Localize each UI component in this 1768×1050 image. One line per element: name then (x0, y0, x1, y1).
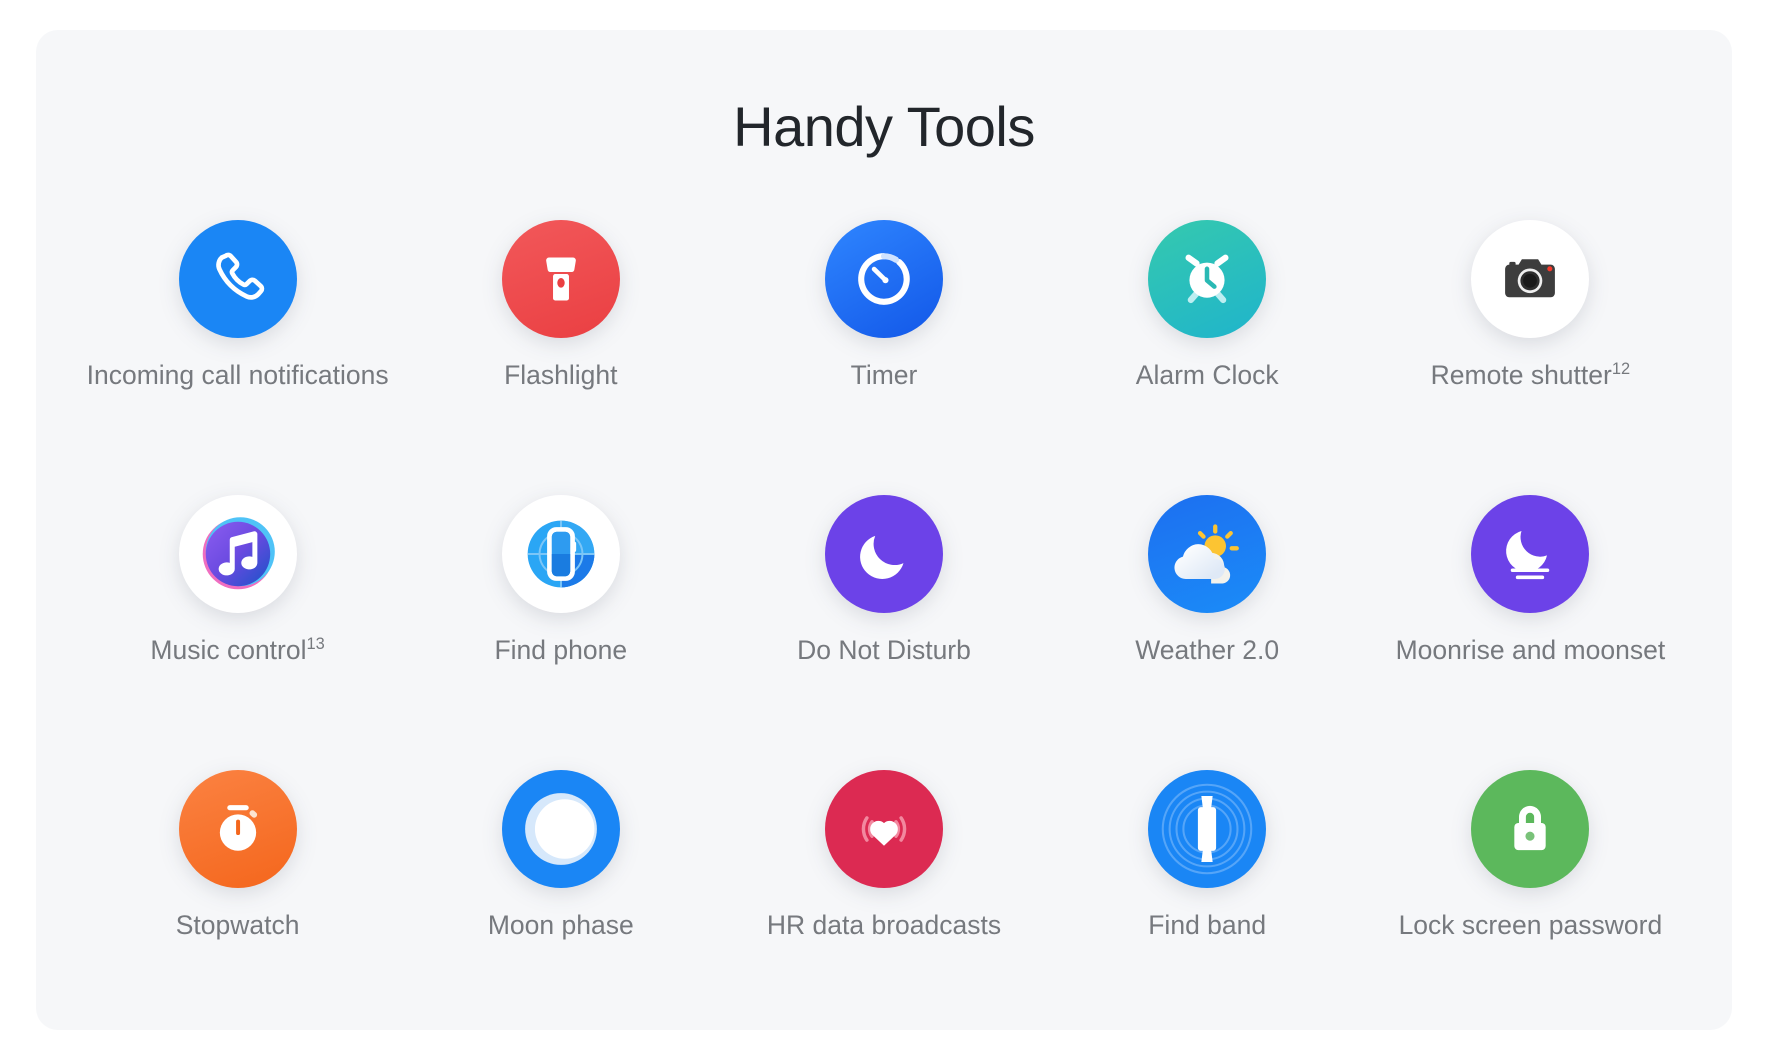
page-root: Handy Tools Incoming call notifications (0, 0, 1768, 1050)
page-title: Handy Tools (733, 95, 1035, 158)
tool-find-phone[interactable]: Find phone (399, 494, 722, 770)
tool-label: Alarm Clock (1135, 359, 1279, 390)
tool-label: Weather 2.0 (1135, 634, 1280, 665)
padlock-icon[interactable] (1471, 769, 1590, 888)
tool-incoming-call-notifications[interactable]: Incoming call notifications (76, 219, 399, 495)
moon-phase-icon[interactable] (501, 769, 620, 888)
tool-timer[interactable]: Timer (722, 219, 1045, 495)
tool-label: Music control13 (150, 634, 325, 665)
heart-broadcast-icon[interactable] (824, 769, 943, 888)
alarm-clock-icon[interactable] (1148, 219, 1267, 338)
handy-tools-card: Handy Tools Incoming call notifications (36, 30, 1732, 1030)
music-note-icon[interactable] (178, 494, 297, 613)
tool-label: Moonrise and moonset (1395, 634, 1666, 665)
phone-icon[interactable] (178, 219, 297, 338)
tool-label: Flashlight (504, 359, 618, 390)
tool-label: Incoming call notifications (86, 359, 389, 390)
tool-remote-shutter[interactable]: Remote shutter12 (1369, 219, 1692, 495)
tool-music-control[interactable]: Music control13 (76, 494, 399, 770)
tool-flashlight[interactable]: Flashlight (399, 219, 722, 495)
tool-label: Find band (1148, 909, 1267, 940)
tool-label: Timer (850, 359, 918, 390)
tool-stopwatch[interactable]: Stopwatch (76, 769, 399, 1045)
sun-cloud-icon[interactable] (1148, 494, 1267, 613)
tools-grid: Incoming call notifications Flashlight T… (36, 219, 1732, 1045)
tool-do-not-disturb[interactable]: Do Not Disturb (722, 494, 1045, 770)
moonrise-icon[interactable] (1471, 494, 1590, 613)
stopwatch-icon[interactable] (178, 769, 297, 888)
camera-icon[interactable] (1471, 219, 1590, 338)
crescent-moon-icon[interactable] (824, 494, 943, 613)
tool-label: Stopwatch (175, 909, 300, 940)
find-phone-icon[interactable] (501, 494, 620, 613)
tool-hr-data-broadcasts[interactable]: HR data broadcasts (722, 769, 1045, 1045)
tool-label: Moon phase (487, 909, 634, 940)
tool-alarm-clock[interactable]: Alarm Clock (1046, 219, 1369, 495)
tool-lock-screen-password[interactable]: Lock screen password (1369, 769, 1692, 1045)
tool-label: HR data broadcasts (766, 909, 1002, 940)
timer-icon[interactable] (824, 219, 943, 338)
flashlight-icon[interactable] (501, 219, 620, 338)
tool-label: Find phone (494, 634, 628, 665)
tool-label: Do Not Disturb (797, 634, 971, 665)
find-band-icon[interactable] (1148, 769, 1267, 888)
tool-moonrise-and-moonset[interactable]: Moonrise and moonset (1369, 494, 1692, 770)
tool-label: Lock screen password (1398, 909, 1663, 940)
tool-find-band[interactable]: Find band (1046, 769, 1369, 1045)
tool-label: Remote shutter12 (1430, 359, 1631, 390)
tool-weather[interactable]: Weather 2.0 (1046, 494, 1369, 770)
tool-moon-phase[interactable]: Moon phase (399, 769, 722, 1045)
